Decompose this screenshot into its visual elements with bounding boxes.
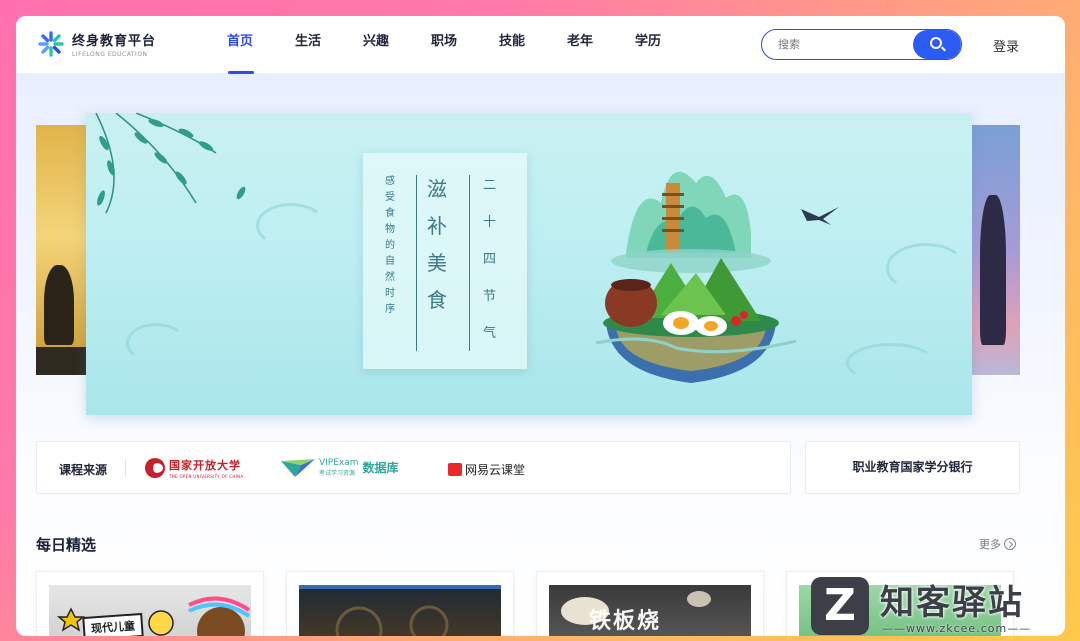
course-sources-bar: 课程来源 国家开放大学 THE OPEN UNIVERSITY OF CHINA… <box>36 441 791 494</box>
open-university-logo-icon <box>145 458 165 478</box>
vipexam-logo-icon <box>281 459 315 477</box>
source-netease-cloud-classroom[interactable]: 网易云课堂 <box>448 461 525 478</box>
course-card[interactable]: 现代儿童 <box>36 571 264 636</box>
course-thumbnail: 铁板烧 <box>549 585 751 636</box>
zongzi-bowl-illustration <box>595 171 797 383</box>
source-open-university[interactable]: 国家开放大学 THE OPEN UNIVERSITY OF CHINA <box>145 457 243 479</box>
search-input[interactable] <box>762 30 910 59</box>
nav-item-degree[interactable]: 学历 <box>614 16 682 74</box>
nav-item-elderly[interactable]: 老年 <box>546 16 614 74</box>
watermark-title: 知客驿站 <box>880 583 1024 623</box>
course-thumbnail: 现代儿童 <box>49 585 251 636</box>
credit-bank-link[interactable]: 职业教育国家学分银行 <box>805 441 1020 494</box>
nav-item-skills[interactable]: 技能 <box>478 16 546 74</box>
hero-banner[interactable]: 感 受 食 物 的 自 然 时 序 滋 补 美 食 二 十 四 节 气 <box>86 113 972 415</box>
site-watermark: Z 知客驿站 ——www.zkcee.com—— <box>808 573 1080 641</box>
swallow-bird-icon <box>801 207 839 225</box>
daily-picks-title: 每日精选 <box>36 536 97 554</box>
poem-col-mid: 滋 补 美 食 <box>427 177 447 312</box>
course-sources-label: 课程来源 <box>59 463 108 477</box>
netease-logo-icon <box>448 463 462 476</box>
willow-branch-decoration <box>95 113 246 214</box>
course-thumbnail-title: 现代儿童 <box>82 612 144 636</box>
app-frame: 终身教育平台 LIFELONG EDUCATION 首页 生活 兴趣 职场 技能… <box>16 16 1065 636</box>
main-nav: 首页 生活 兴趣 职场 技能 老年 学历 <box>206 16 682 74</box>
search-box <box>761 29 962 60</box>
top-header: 终身教育平台 LIFELONG EDUCATION 首页 生活 兴趣 职场 技能… <box>16 16 1065 74</box>
main-content: 感 受 食 物 的 自 然 时 序 滋 补 美 食 二 十 四 节 气 课程来源… <box>16 74 1065 636</box>
watermark-logo: Z <box>811 577 869 635</box>
course-card[interactable]: 铁板烧 <box>536 571 764 636</box>
brand-subtitle: LIFELONG EDUCATION <box>72 51 148 58</box>
course-thumbnail <box>299 585 501 636</box>
more-link[interactable]: 更多 <box>979 536 1016 552</box>
poem-col-left: 感 受 食 物 的 自 然 时 序 <box>385 176 395 315</box>
brand-logo[interactable]: 终身教育平台 LIFELONG EDUCATION <box>38 30 156 58</box>
brand-mark-icon <box>38 31 64 57</box>
brand-title: 终身教育平台 <box>72 34 157 49</box>
search-button[interactable] <box>913 30 961 59</box>
login-link[interactable]: 登录 <box>993 36 1019 55</box>
carousel-prev-slide[interactable] <box>36 125 88 375</box>
nav-item-life[interactable]: 生活 <box>274 16 342 74</box>
nav-item-home[interactable]: 首页 <box>206 16 274 74</box>
course-card[interactable] <box>286 571 514 636</box>
source-vipexam[interactable]: VIPExam 考试学习资源 数据库 <box>281 457 399 477</box>
carousel-next-slide[interactable] <box>968 125 1020 375</box>
banner-poem-card: 感 受 食 物 的 自 然 时 序 滋 补 美 食 二 十 四 节 气 <box>363 153 527 369</box>
nav-item-workplace[interactable]: 职场 <box>410 16 478 74</box>
poem-col-right: 二 十 四 节 气 <box>483 178 497 341</box>
course-thumbnail-title: 铁板烧 <box>589 608 662 634</box>
chevron-right-circle-icon <box>1004 538 1016 550</box>
nav-item-interest[interactable]: 兴趣 <box>342 16 410 74</box>
watermark-url: ——www.zkcee.com—— <box>882 622 1032 635</box>
